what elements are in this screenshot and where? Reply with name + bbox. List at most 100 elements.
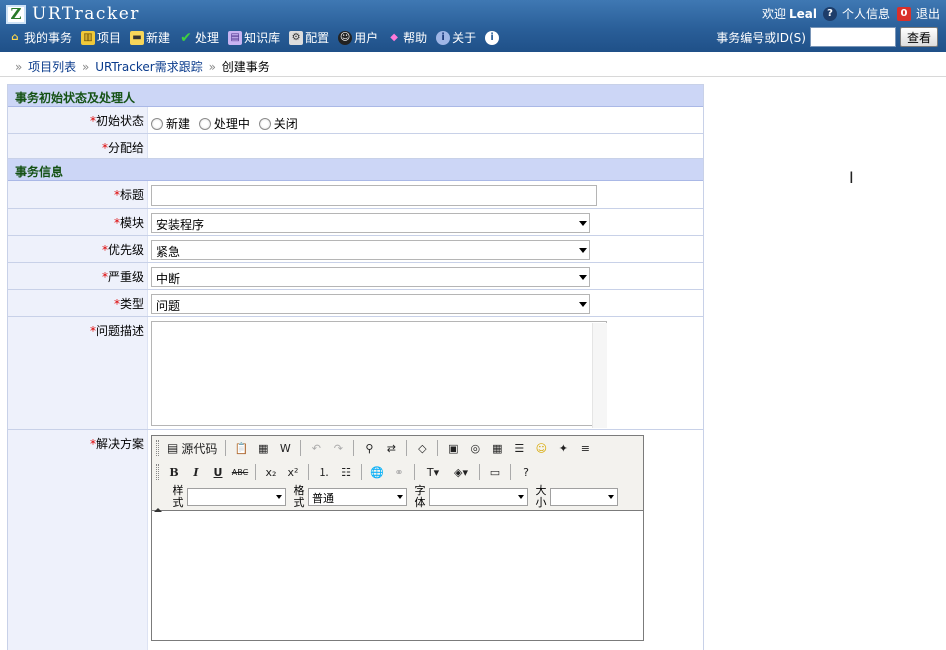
find-icon[interactable]: ⚲	[359, 439, 379, 457]
profile-icon: ?	[822, 6, 837, 21]
check-icon: ✔	[180, 29, 192, 46]
editor-help-icon[interactable]: ?	[516, 463, 536, 481]
image-icon[interactable]: ▣	[443, 439, 463, 457]
chevron-down-icon	[608, 495, 614, 499]
text-color-icon[interactable]: T▾	[420, 463, 446, 481]
paste-icon[interactable]: 📋	[231, 439, 251, 457]
chevron-down-icon	[579, 275, 587, 280]
nav-knowledge-base[interactable]: ▤ 知识库	[228, 29, 280, 46]
welcome-text: 欢迎	[761, 7, 786, 21]
home-icon: ⌂	[11, 31, 19, 43]
horizontal-rule-icon[interactable]: ☰	[509, 439, 529, 457]
field-label: *初始状态	[8, 107, 148, 133]
nav-projects[interactable]: ▥ 项目	[81, 29, 121, 46]
breadcrumb-projects-link[interactable]: 项目列表	[28, 60, 76, 74]
nav-label: 新建	[146, 31, 171, 45]
assign-field[interactable]	[148, 134, 703, 158]
redo-icon[interactable]: ↷	[328, 439, 348, 457]
superscript-icon[interactable]: x²	[283, 463, 303, 481]
view-button[interactable]: 查看	[899, 27, 938, 47]
unlink-icon[interactable]: ⚭	[389, 463, 409, 481]
nav-info[interactable]: i	[485, 29, 501, 46]
section-initial-state: 事务初始状态及处理人	[8, 85, 703, 107]
help-icon: ◆	[390, 31, 398, 43]
editor-content-area[interactable]	[152, 510, 643, 640]
paste-word-icon[interactable]: W	[275, 439, 295, 457]
profile-link[interactable]: 个人信息	[842, 5, 890, 22]
row-severity: *严重级 中断	[8, 263, 703, 290]
replace-icon[interactable]: ⇄	[381, 439, 401, 457]
format-combo[interactable]: 普通	[308, 488, 407, 506]
config-icon: ⚙	[289, 30, 304, 45]
editor-toolbar-row-2: B I U ABC x₂ x² ⒈ ☷ 🌐 ⚭ T▾ ◈▾ ▭ ?	[152, 460, 643, 484]
logout-link[interactable]: 退出	[916, 5, 940, 22]
eraser-icon[interactable]: ◇	[412, 439, 432, 457]
issue-id-input[interactable]	[809, 27, 896, 47]
description-textarea[interactable]	[151, 321, 607, 426]
special-char-icon[interactable]: ✦	[553, 439, 573, 457]
source-button[interactable]: ▤ 源代码	[164, 439, 220, 457]
table-icon[interactable]: ▦	[487, 439, 507, 457]
project-icon: ▥	[81, 30, 96, 45]
unordered-list-icon[interactable]: ☷	[336, 463, 356, 481]
underline-button[interactable]: U	[208, 463, 228, 481]
field-label: *模块	[8, 209, 148, 235]
field-label: *严重级	[8, 263, 148, 289]
maximize-icon[interactable]: ▭	[485, 463, 505, 481]
row-module: *模块 安装程序	[8, 209, 703, 236]
new-icon: ▬	[130, 30, 145, 45]
paste-text-icon[interactable]: ▦	[253, 439, 273, 457]
field-label: *问题描述	[8, 317, 148, 429]
size-combo[interactable]	[550, 488, 618, 506]
nav-label: 关于	[452, 31, 477, 45]
state-new-radio[interactable]: 新建	[151, 115, 190, 132]
nav-config[interactable]: ⚙ 配置	[289, 29, 329, 46]
style-label: 样式	[172, 484, 184, 509]
severity-select[interactable]: 中断	[151, 267, 590, 287]
nav-users[interactable]: ☺ 用户	[338, 29, 378, 46]
nav-new[interactable]: ▬ 新建	[130, 29, 170, 46]
nav-label: 项目	[97, 31, 122, 45]
nav-my-issues[interactable]: ⌂ 我的事务	[8, 29, 72, 46]
title-input[interactable]	[151, 185, 597, 206]
field-label: *解决方案	[8, 430, 148, 650]
collapse-toolbar-icon[interactable]	[154, 508, 162, 512]
breadcrumb-project-link[interactable]: URTracker需求跟踪	[95, 60, 203, 74]
description-scrollbar[interactable]	[592, 323, 607, 428]
module-select[interactable]: 安装程序	[151, 213, 590, 233]
flash-icon[interactable]: ◎	[465, 439, 485, 457]
breadcrumb-separator: »	[15, 60, 23, 74]
row-solution: *解决方案 ▤ 源代码 📋 ▦ W ↶ ↷ ⚲ ⇄ ◇ ▣ ◎ ▦ ☰ ☺ ✦ …	[8, 430, 703, 650]
row-title: *标题	[8, 181, 703, 209]
nav-help[interactable]: ◆ 帮助	[387, 29, 427, 46]
state-closed-radio[interactable]: 关闭	[258, 115, 298, 132]
font-combo[interactable]	[429, 488, 528, 506]
logo-mark-icon: Z	[6, 4, 26, 24]
undo-icon[interactable]: ↶	[306, 439, 326, 457]
page-break-icon[interactable]: ≡	[575, 439, 595, 457]
strikethrough-button[interactable]: ABC	[230, 463, 250, 481]
row-description: *问题描述	[8, 317, 703, 430]
link-icon[interactable]: 🌐	[367, 463, 387, 481]
row-assign: *分配给	[8, 134, 703, 159]
style-combo[interactable]	[187, 488, 286, 506]
text-cursor-icon: I	[849, 168, 854, 187]
logout-icon: 0	[896, 6, 911, 21]
type-select[interactable]: 问题	[151, 294, 590, 314]
nav-process[interactable]: ✔ 处理	[179, 29, 219, 46]
chevron-down-icon	[518, 495, 524, 499]
bold-button[interactable]: B	[164, 463, 184, 481]
state-in-progress-radio[interactable]: 处理中	[198, 115, 250, 132]
ordered-list-icon[interactable]: ⒈	[314, 463, 334, 481]
italic-button[interactable]: I	[186, 463, 206, 481]
breadcrumb-separator: »	[82, 60, 90, 74]
app-logo[interactable]: Z URTracker	[6, 3, 140, 25]
subscript-icon[interactable]: x₂	[261, 463, 281, 481]
field-label: *优先级	[8, 236, 148, 262]
initial-state-radios: 新建 处理中 关闭	[148, 107, 703, 133]
priority-select[interactable]: 紧急	[151, 240, 590, 260]
bg-color-icon[interactable]: ◈▾	[448, 463, 474, 481]
nav-about[interactable]: i 关于	[436, 29, 476, 46]
smiley-icon[interactable]: ☺	[531, 439, 551, 457]
nav-label: 处理	[195, 31, 220, 45]
